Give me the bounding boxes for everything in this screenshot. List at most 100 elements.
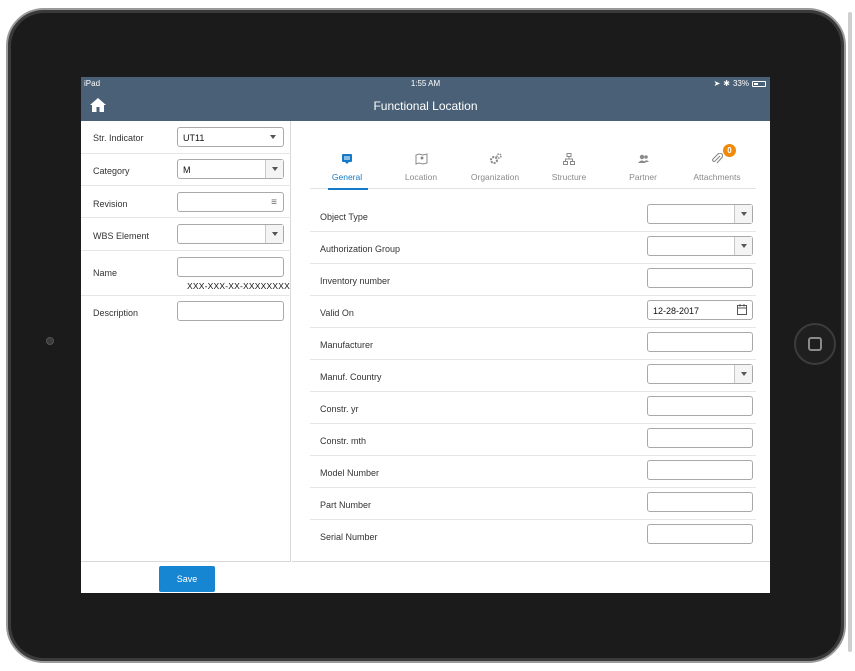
chevron-down-icon [741, 244, 747, 248]
battery-icon [752, 80, 766, 87]
manuf-country-dropdown-button[interactable] [734, 365, 752, 383]
inventory-number-input[interactable] [647, 268, 753, 288]
manuf-country-row: Manuf. Country [310, 360, 756, 392]
authorization-group-row: Authorization Group [310, 232, 756, 264]
status-time: 1:55 AM [410, 79, 441, 88]
general-form: Object Type Authorization Group Inventor… [310, 200, 756, 561]
camera [46, 337, 54, 345]
constr-mth-label: Constr. mth [320, 436, 367, 446]
description-row: Description [81, 296, 291, 328]
wbs-element-row: WBS Element [81, 218, 291, 251]
revision-field[interactable]: ≡ [177, 192, 284, 212]
tab-attachments-label: Attachments [693, 172, 741, 182]
home-hardware-button[interactable] [794, 323, 836, 365]
bluetooth-icon: ✱ [723, 79, 730, 88]
tab-structure-label: Structure [551, 172, 587, 182]
device-edge [848, 12, 852, 652]
category-dropdown-button[interactable] [265, 160, 283, 178]
tab-organization-label: Organization [470, 172, 520, 182]
tab-general-label: General [331, 172, 363, 182]
str-indicator-label: Str. Indicator [93, 133, 144, 143]
list-icon[interactable]: ≡ [271, 197, 277, 208]
tab-location-label: Location [404, 172, 438, 182]
tab-attachments[interactable]: 0 Attachments [680, 144, 754, 189]
constr-yr-input[interactable] [647, 396, 753, 416]
str-indicator-row: Str. Indicator UT11 [81, 121, 291, 154]
authorization-group-select[interactable] [647, 236, 753, 256]
tab-bar: General Location Organization Structure … [310, 144, 756, 190]
tab-partner[interactable]: Partner [606, 149, 680, 189]
battery-percent: 33% [732, 79, 749, 88]
app-screen: iPad 1:55 AM ➤ ✱ 33% Functional Location… [81, 77, 770, 593]
tab-partner-label: Partner [629, 172, 657, 182]
map-icon [384, 153, 458, 169]
serial-number-label: Serial Number [320, 532, 378, 542]
name-input[interactable] [177, 257, 284, 277]
page-title: Functional Location [373, 99, 478, 113]
part-number-label: Part Number [320, 500, 372, 510]
active-tab-indicator [328, 188, 368, 190]
left-footer: Save [81, 561, 291, 593]
object-type-select[interactable] [647, 204, 753, 224]
revision-label: Revision [93, 199, 128, 209]
location-icon: ➤ [713, 79, 721, 88]
category-row: Category M [81, 154, 291, 186]
calendar-icon[interactable] [737, 304, 747, 315]
valid-on-label: Valid On [320, 308, 354, 318]
description-input[interactable] [177, 301, 284, 321]
valid-on-date-input[interactable]: 12-28-2017 [647, 300, 753, 320]
tab-general[interactable]: General [310, 149, 384, 190]
detail-panel: General Location Organization Structure … [292, 121, 770, 593]
tab-organization[interactable]: Organization [458, 149, 532, 189]
constr-mth-row: Constr. mth [310, 424, 756, 456]
name-format-hint: XXX-XXX-XX-XXXXXXXX [187, 281, 291, 291]
constr-mth-input[interactable] [647, 428, 753, 448]
model-number-input[interactable] [647, 460, 753, 480]
general-icon [310, 153, 384, 169]
chevron-down-icon [270, 135, 276, 139]
chevron-down-icon [272, 167, 278, 171]
manufacturer-input[interactable] [647, 332, 753, 352]
serial-number-input[interactable] [647, 524, 753, 544]
nav-bar: Functional Location [81, 90, 770, 121]
object-type-label: Object Type [320, 212, 368, 222]
right-footer [292, 561, 770, 593]
attachments-count-badge: 0 [723, 144, 736, 157]
constr-yr-row: Constr. yr [310, 392, 756, 424]
str-indicator-dropdown[interactable]: UT11 [177, 127, 284, 147]
chevron-down-icon [741, 212, 747, 216]
people-icon [606, 153, 680, 169]
chevron-down-icon [741, 372, 747, 376]
tab-structure[interactable]: Structure [532, 149, 606, 189]
description-label: Description [93, 308, 139, 318]
authorization-group-dropdown-button[interactable] [734, 237, 752, 255]
inventory-number-row: Inventory number [310, 264, 756, 296]
manuf-country-label: Manuf. Country [320, 372, 382, 382]
inventory-number-label: Inventory number [320, 276, 391, 286]
model-number-label: Model Number [320, 468, 380, 478]
part-number-row: Part Number [310, 488, 756, 520]
status-indicators: ➤ ✱ 33% [714, 79, 766, 88]
name-label: Name [93, 268, 118, 278]
valid-on-value: 12-28-2017 [653, 306, 700, 316]
object-type-dropdown-button[interactable] [734, 205, 752, 223]
category-select[interactable]: M [177, 159, 284, 179]
manufacturer-label: Manufacturer [320, 340, 374, 350]
save-button[interactable]: Save [159, 566, 215, 592]
name-row: Name XXX-XXX-XX-XXXXXXXX [81, 251, 291, 296]
category-value: M [183, 165, 191, 175]
tab-location[interactable]: Location [384, 149, 458, 189]
chevron-down-icon [272, 232, 278, 236]
wbs-dropdown-button[interactable] [265, 225, 283, 243]
status-bar: iPad 1:55 AM ➤ ✱ 33% [81, 77, 770, 90]
valid-on-row: Valid On 12-28-2017 [310, 296, 756, 328]
revision-row: Revision ≡ [81, 186, 291, 218]
object-type-row: Object Type [310, 200, 756, 232]
wbs-element-select[interactable] [177, 224, 284, 244]
paperclip-icon [680, 152, 754, 169]
category-label: Category [93, 166, 130, 176]
wbs-element-label: WBS Element [93, 231, 150, 241]
part-number-input[interactable] [647, 492, 753, 512]
manuf-country-select[interactable] [647, 364, 753, 384]
str-indicator-value: UT11 [183, 133, 205, 143]
